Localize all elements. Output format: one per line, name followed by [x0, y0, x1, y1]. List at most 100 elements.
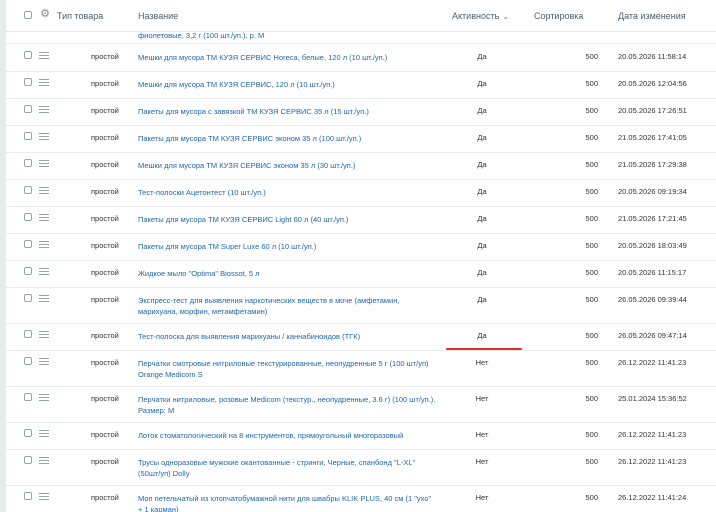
table-row[interactable]: простой Мешки для мусора ТМ КУЗЯ СЕРВИС э…: [6, 152, 716, 180]
product-date: 20.05.2026 09:19:34: [618, 187, 687, 196]
product-name-link[interactable]: Трусы одноразовые мужские оканто­ванные …: [138, 457, 436, 479]
product-sort: 500: [585, 268, 598, 277]
table-row[interactable]: простой Пакеты для мусора ТМ КУЗЯ СЕРВИС …: [6, 125, 716, 153]
product-name-link[interactable]: Тест-полоска для выявления марихуаны / к…: [138, 331, 436, 342]
product-name-link[interactable]: Пакеты для мусора с завязкой ТМ КУЗЯ СЕР…: [138, 106, 436, 117]
row-menu-icon[interactable]: [39, 358, 49, 365]
table-row[interactable]: простой Пакеты для мусора с завязкой ТМ К…: [6, 98, 716, 126]
row-checkbox[interactable]: [24, 357, 32, 365]
row-checkbox[interactable]: [24, 51, 32, 59]
table-row[interactable]: простой Мешки для мусора ТМ КУЗЯ СЕРВИС H…: [6, 44, 716, 72]
row-checkbox[interactable]: [24, 186, 32, 194]
column-header-name[interactable]: Название: [138, 11, 178, 21]
row-menu-icon[interactable]: [39, 430, 49, 437]
row-menu-icon[interactable]: [39, 295, 49, 302]
product-type: простой: [91, 241, 119, 250]
product-name-link[interactable]: Мешки для мусора ТМ КУЗЯ СЕРВИС эконом 3…: [138, 160, 436, 171]
row-menu-icon[interactable]: [39, 79, 49, 86]
row-checkbox[interactable]: [24, 240, 32, 248]
row-menu-icon[interactable]: [39, 241, 49, 248]
row-menu-icon[interactable]: [39, 214, 49, 221]
row-menu-icon[interactable]: [39, 106, 49, 113]
table-row[interactable]: простой Мешки для мусора ТМ КУЗЯ СЕРВИС, …: [6, 71, 716, 99]
row-checkbox[interactable]: [24, 330, 32, 338]
row-menu-icon[interactable]: [39, 133, 49, 140]
product-name-link[interactable]: Мешки для мусора ТМ КУЗЯ СЕРВИС, 120 л (…: [138, 79, 436, 90]
table-row[interactable]: простой Моп петельчатый из хлопчатобумажн…: [6, 485, 716, 512]
product-name-link[interactable]: Пакеты для мусора ТМ Super Luxe 60 л (10…: [138, 241, 436, 252]
row-menu-icon[interactable]: [39, 187, 49, 194]
gear-icon[interactable]: ⚙: [39, 8, 51, 20]
row-checkbox[interactable]: [24, 213, 32, 221]
product-name-link[interactable]: Тест-полоски Ацетонтест (10 шт./уп.): [138, 187, 436, 198]
table-row[interactable]: простой Перчатки нитриловые, розовые Medi…: [6, 386, 716, 423]
product-activity: Да: [477, 106, 487, 115]
product-name-link[interactable]: Лоток стоматологический на 8 инструменто…: [138, 430, 436, 441]
table-row[interactable]: простой Тест-полоска для выявления мариху…: [6, 323, 716, 351]
table-row[interactable]: простой Лоток стоматологический на 8 инст…: [6, 422, 716, 450]
table-row[interactable]: простой Жидкое мыло "Optima" Biossot, 5 л…: [6, 260, 716, 288]
product-name-link[interactable]: Моп петельчатый из хлопчатобумажной нити…: [138, 493, 436, 512]
row-menu-icon[interactable]: [39, 457, 49, 464]
product-name-link[interactable]: Экспресс-тест для выявления наркотически…: [138, 295, 436, 317]
row-menu-icon[interactable]: [39, 493, 49, 500]
product-sort: 500: [585, 133, 598, 142]
row-checkbox[interactable]: [24, 456, 32, 464]
product-date: 20.05.2026 17:26:51: [618, 106, 687, 115]
product-name-link[interactable]: Перчатки смотровые нитриловые текстуриро…: [138, 358, 436, 380]
product-activity: Нет: [475, 430, 489, 439]
product-type: простой: [91, 106, 119, 115]
product-name-link[interactable]: Жидкое мыло "Optima" Biossot, 5 л: [138, 268, 436, 279]
column-header-date[interactable]: Дата изменения: [618, 11, 686, 21]
product-activity: Да: [477, 133, 487, 142]
product-date: 26.12.2022 11:41:23: [618, 358, 687, 367]
product-date: 26.12.2022 11:41:23: [618, 430, 687, 439]
row-menu-icon[interactable]: [39, 331, 49, 338]
table-row[interactable]: простой Пакеты для мусора ТМ КУЗЯ СЕРВИС …: [6, 206, 716, 234]
row-menu-icon[interactable]: [39, 268, 49, 275]
chevron-down-icon: ⌄: [502, 12, 509, 21]
product-sort: 500: [585, 52, 598, 61]
row-checkbox[interactable]: [24, 393, 32, 401]
column-header-type[interactable]: Тип товара: [57, 11, 103, 21]
product-name-link[interactable]: Пакеты для мусора ТМ КУЗЯ СЕРВИС эконом …: [138, 133, 436, 144]
product-activity: Да: [477, 241, 487, 250]
column-header-activity[interactable]: Активность ⌄: [452, 11, 509, 21]
product-name-link[interactable]: Перчатки нитриловые, розовые Medicom (те…: [138, 394, 436, 416]
column-header-sort[interactable]: Сортировка: [534, 11, 583, 21]
product-type: простой: [91, 160, 119, 169]
product-table: ⚙ Тип товара Название Активность ⌄ Сортир…: [6, 0, 716, 512]
product-sort: 500: [585, 160, 598, 169]
row-checkbox[interactable]: [24, 492, 32, 500]
row-checkbox[interactable]: [24, 105, 32, 113]
row-checkbox[interactable]: [24, 159, 32, 167]
row-checkbox[interactable]: [24, 132, 32, 140]
product-activity: Да: [477, 79, 487, 88]
product-sort: 500: [585, 187, 598, 196]
product-date: 20.05.2026 18:03:49: [618, 241, 687, 250]
product-type: простой: [91, 295, 119, 304]
product-name-link[interactable]: Мешки для мусора ТМ КУЗЯ СЕРВИС Horeca, …: [138, 52, 436, 63]
product-type: простой: [91, 214, 119, 223]
table-row[interactable]: простой Пакеты для мусора ТМ Super Luxe 6…: [6, 233, 716, 261]
table-row[interactable]: простой Экспресс-тест для выявления нарко…: [6, 287, 716, 324]
row-checkbox[interactable]: [24, 267, 32, 275]
row-menu-icon[interactable]: [39, 394, 49, 401]
product-date: 21.05.2026 17:41:05: [618, 133, 687, 142]
partial-row-name[interactable]: фиолетовые, 3,2 г (100 шт./уп.), р. M: [138, 31, 264, 40]
table-row[interactable]: простой Трусы одноразовые мужские оканто­…: [6, 449, 716, 486]
row-checkbox[interactable]: [24, 429, 32, 437]
row-checkbox[interactable]: [24, 78, 32, 86]
select-all-checkbox[interactable]: [24, 11, 32, 19]
product-activity: Нет: [475, 457, 489, 466]
product-sort: 500: [585, 295, 598, 304]
row-menu-icon[interactable]: [39, 52, 49, 59]
table-row[interactable]: простой Тест-полоски Ацетонтест (10 шт./у…: [6, 179, 716, 207]
product-type: простой: [91, 268, 119, 277]
product-activity: Да: [477, 268, 487, 277]
row-menu-icon[interactable]: [39, 160, 49, 167]
product-sort: 500: [585, 79, 598, 88]
product-name-link[interactable]: Пакеты для мусора ТМ КУЗЯ СЕРВИС Light 6…: [138, 214, 436, 225]
row-checkbox[interactable]: [24, 294, 32, 302]
table-row[interactable]: простой Перчатки смотровые нитриловые тек…: [6, 350, 716, 387]
